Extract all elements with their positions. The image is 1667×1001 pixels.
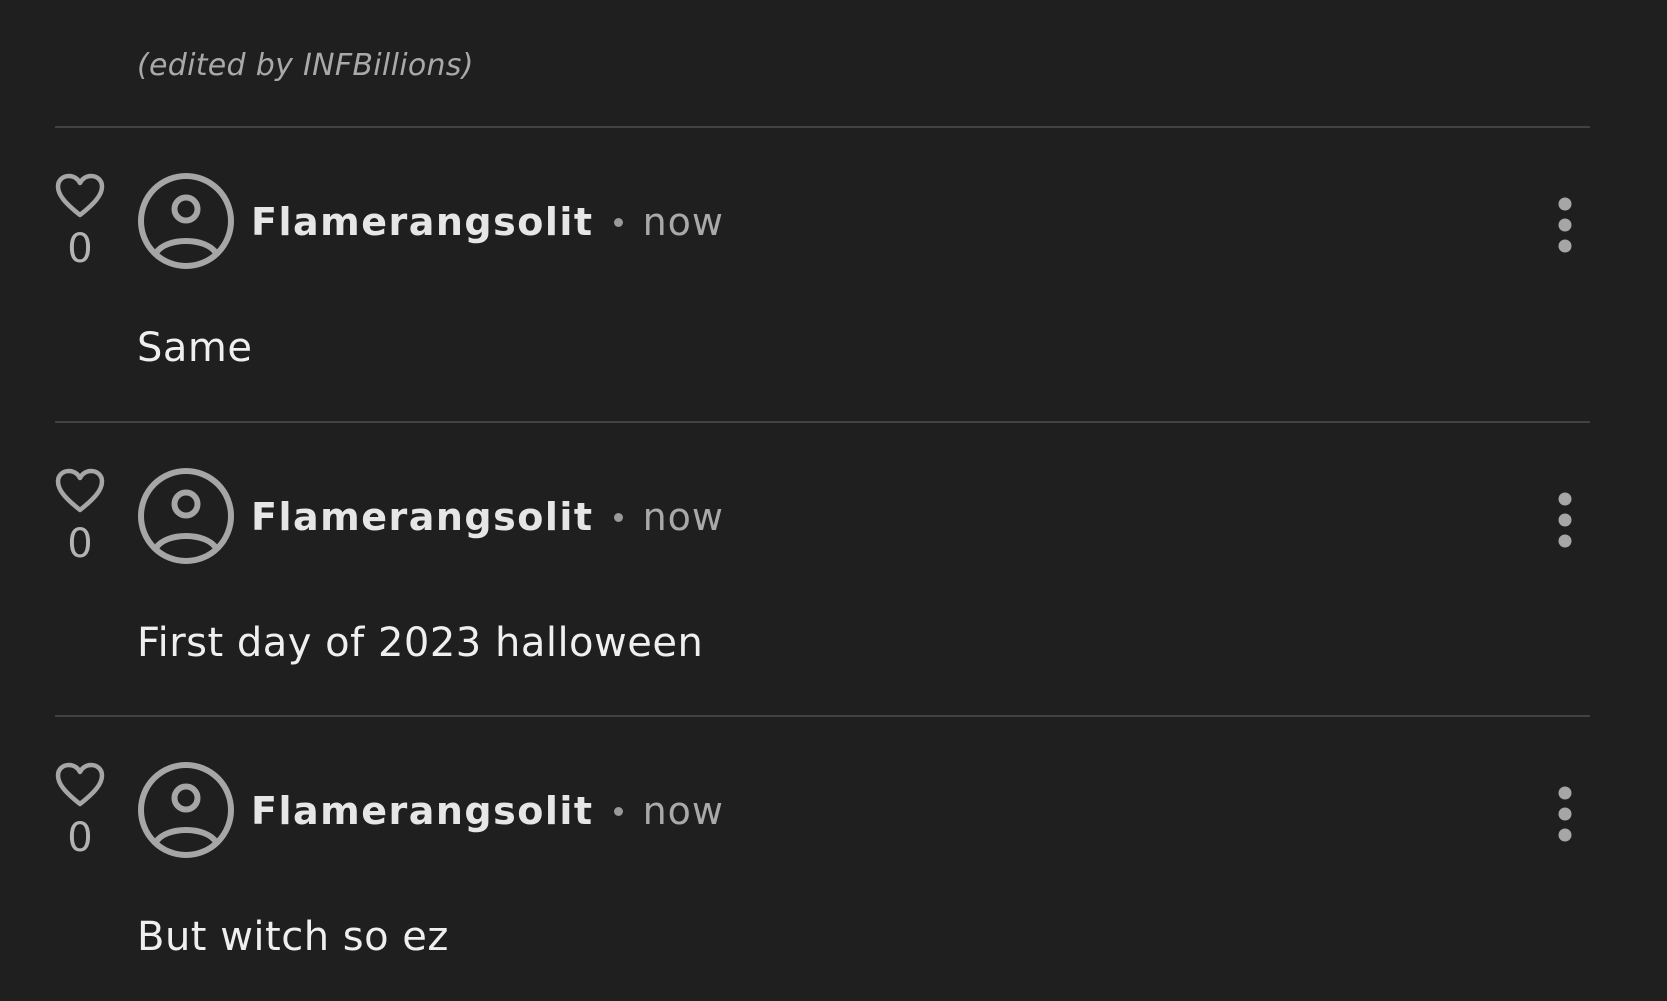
- username-link[interactable]: Flamerangsolit: [251, 789, 594, 833]
- like-count: 0: [67, 815, 93, 861]
- comment-item: 0 Flamerangsolit now But witch so ez: [0, 716, 1667, 1001]
- user-avatar-icon[interactable]: [136, 466, 236, 566]
- like-count: 0: [67, 226, 93, 272]
- separator-dot: [613, 512, 623, 522]
- like-block: 0: [55, 762, 105, 858]
- comment-timestamp: now: [642, 495, 724, 539]
- heart-icon[interactable]: [55, 173, 105, 219]
- heart-icon[interactable]: [55, 762, 105, 808]
- comment-text: But witch so ez: [137, 914, 449, 960]
- comment-item: 0 Flamerangsolit now Same: [0, 127, 1667, 421]
- comment-meta: Flamerangsolit now: [251, 199, 724, 245]
- comment-item: 0 Flamerangsolit now First day of 2023 h…: [0, 422, 1667, 716]
- username-link[interactable]: Flamerangsolit: [251, 200, 594, 244]
- comment-timestamp: now: [642, 200, 724, 244]
- comments-page: (edited by INFBillions) 0 Flamerangsolit…: [0, 0, 1667, 1001]
- edited-by-note: (edited by INFBillions): [137, 48, 474, 83]
- heart-icon[interactable]: [55, 468, 105, 514]
- user-avatar-icon[interactable]: [136, 171, 236, 271]
- like-count: 0: [67, 521, 93, 567]
- separator-dot: [613, 806, 623, 816]
- user-avatar-icon[interactable]: [136, 760, 236, 860]
- separator-dot: [613, 217, 623, 227]
- like-block: 0: [55, 468, 105, 564]
- more-vertical-icon[interactable]: [1545, 492, 1585, 548]
- more-vertical-icon[interactable]: [1545, 197, 1585, 253]
- like-block: 0: [55, 173, 105, 269]
- comment-text: Same: [137, 325, 253, 371]
- comment-timestamp: now: [642, 789, 724, 833]
- comment-meta: Flamerangsolit now: [251, 788, 724, 834]
- more-vertical-icon[interactable]: [1545, 786, 1585, 842]
- username-link[interactable]: Flamerangsolit: [251, 495, 594, 539]
- comment-text: First day of 2023 halloween: [137, 620, 704, 666]
- comment-meta: Flamerangsolit now: [251, 494, 724, 540]
